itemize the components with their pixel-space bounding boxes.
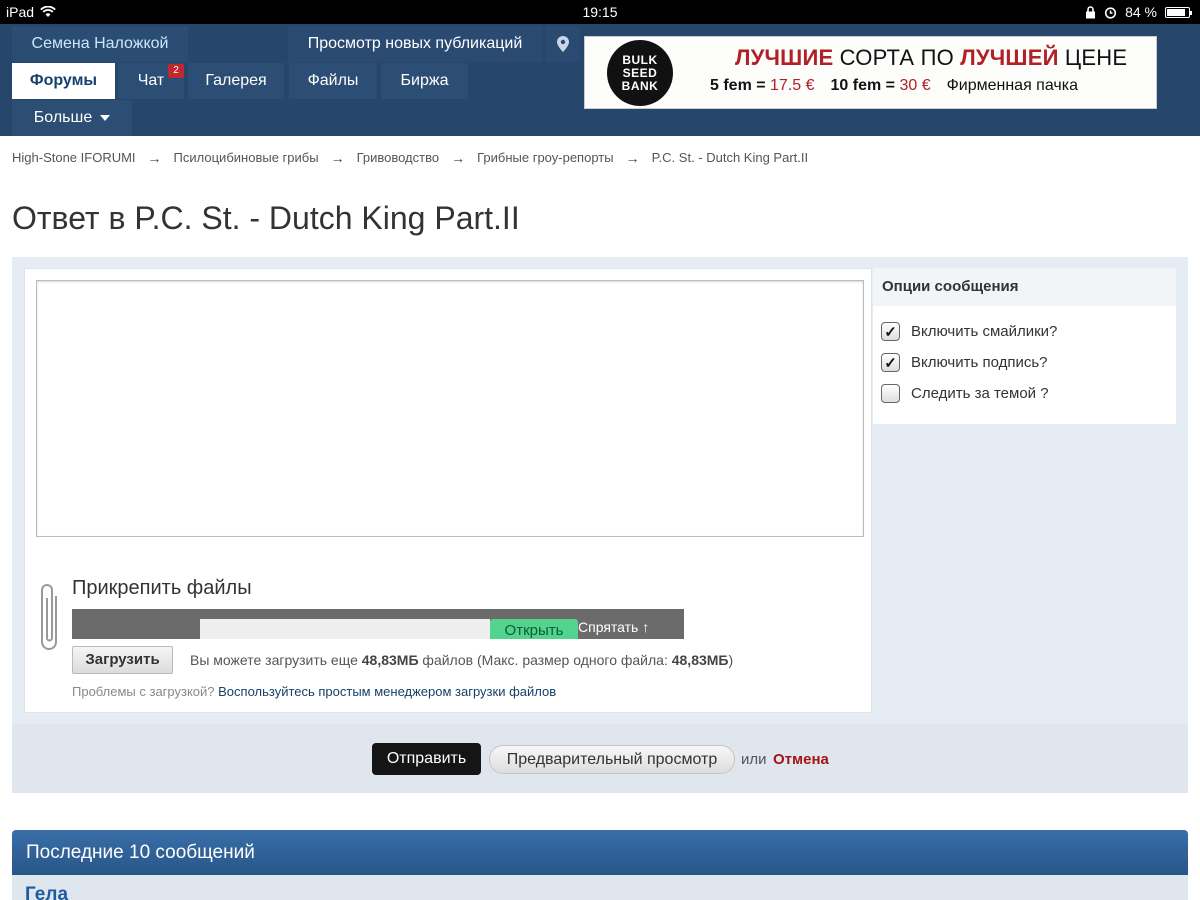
file-path-field[interactable] xyxy=(200,619,490,639)
option-label: Следить за темой ? xyxy=(911,385,1049,402)
chat-badge: 2 xyxy=(168,64,184,78)
tab-forums[interactable]: Форумы xyxy=(12,63,115,99)
bulk-seed-bank-logo: BULK SEED BANK xyxy=(607,40,673,106)
hide-button[interactable]: Спрятать ↑ xyxy=(578,619,649,635)
hide-label: Спрятать xyxy=(578,619,639,635)
upload-problems-note: Проблемы с загрузкой? Воспользуйтесь про… xyxy=(72,684,557,699)
arrow-right-icon: → xyxy=(330,150,345,166)
user-menu-link[interactable]: Семена Наложкой xyxy=(12,26,188,62)
upload-limit-info: Вы можете загрузить еще 48,83МБ файлов (… xyxy=(190,652,734,668)
checkbox-follow[interactable] xyxy=(881,384,900,403)
option-label: Включить смайлики? xyxy=(911,323,1058,340)
message-options: Опции сообщения ✓ Включить смайлики? ✓ В… xyxy=(873,268,1176,424)
arrow-right-icon: → xyxy=(147,150,162,166)
more-menu-button[interactable]: Больше xyxy=(12,100,132,136)
option-enable-smilies[interactable]: ✓ Включить смайлики? xyxy=(881,322,1057,341)
breadcrumb-item[interactable]: P.C. St. - Dutch King Part.II xyxy=(652,150,809,166)
or-text: или xyxy=(741,751,767,768)
upload-strip: Открыть Спрятать ↑ xyxy=(72,609,684,639)
arrow-right-icon: → xyxy=(625,150,640,166)
status-bar: iPad 19:15 84 % xyxy=(0,0,1200,24)
breadcrumb-item[interactable]: High-Stone IFORUMI xyxy=(12,150,136,166)
breadcrumb-item[interactable]: Псилоцибиновые грибы xyxy=(174,150,319,166)
checkbox-smilies[interactable]: ✓ xyxy=(881,322,900,341)
upload-button[interactable]: Загрузить xyxy=(72,646,173,674)
site-header: Семена Наложкой Просмотр новых публикаци… xyxy=(0,24,1200,136)
battery-icon xyxy=(1165,6,1192,18)
last-messages-header: Последние 10 сообщений xyxy=(12,830,1188,875)
tab-files[interactable]: Файлы xyxy=(289,63,377,99)
option-follow-topic[interactable]: Следить за темой ? xyxy=(881,384,1049,403)
cancel-link[interactable]: Отмена xyxy=(773,751,829,768)
send-button[interactable]: Отправить xyxy=(372,743,481,775)
simple-uploader-link[interactable]: Воспользуйтесь простым менеджером загруз… xyxy=(218,684,556,699)
banner-headline: ЛУЧШИЕ СОРТА ПО ЛУЧШЕЙ ЦЕНЕ xyxy=(735,45,1128,70)
chevron-down-icon xyxy=(100,114,111,121)
more-label: Больше xyxy=(33,109,93,126)
banner-offers: 5 fem = 17.5 €10 fem = 30 € Фирменная пач… xyxy=(710,77,1078,94)
breadcrumb: High-Stone IFORUMI → Псилоцибиновые гриб… xyxy=(12,150,808,166)
battery-percent: 84 % xyxy=(1125,4,1157,20)
preview-button[interactable]: Предварительный просмотр xyxy=(489,745,735,774)
location-pin-icon[interactable] xyxy=(546,26,580,62)
arrow-up-icon: ↑ xyxy=(642,619,650,635)
open-file-button[interactable]: Открыть xyxy=(490,619,578,639)
lock-icon xyxy=(1086,5,1096,18)
page-title: Ответ в P.C. St. - Dutch King Part.II xyxy=(12,200,520,236)
paperclip-icon xyxy=(41,584,57,650)
option-enable-signature[interactable]: ✓ Включить подпись? xyxy=(881,353,1048,372)
breadcrumb-item[interactable]: Гривоводство xyxy=(357,150,440,166)
alarm-icon xyxy=(1104,6,1117,19)
last-messages-body xyxy=(12,875,1188,900)
option-label: Включить подпись? xyxy=(911,354,1048,371)
clock: 19:15 xyxy=(582,4,618,20)
tab-gallery[interactable]: Галерея xyxy=(188,63,284,99)
checkbox-signature[interactable]: ✓ xyxy=(881,353,900,372)
breadcrumb-item[interactable]: Грибные гроу-репорты xyxy=(477,150,613,166)
message-textarea[interactable] xyxy=(36,280,864,537)
attach-files-title: Прикрепить файлы xyxy=(72,577,252,599)
ad-banner[interactable]: BULK SEED BANK ЛУЧШИЕ СОРТА ПО ЛУЧШЕЙ ЦЕ… xyxy=(584,36,1157,109)
arrow-right-icon: → xyxy=(451,150,466,166)
post-author-link[interactable]: Гела xyxy=(25,884,68,900)
options-title: Опции сообщения xyxy=(873,268,1176,306)
tab-exchange[interactable]: Биржа xyxy=(381,63,468,99)
new-posts-link[interactable]: Просмотр новых публикаций xyxy=(288,26,542,62)
